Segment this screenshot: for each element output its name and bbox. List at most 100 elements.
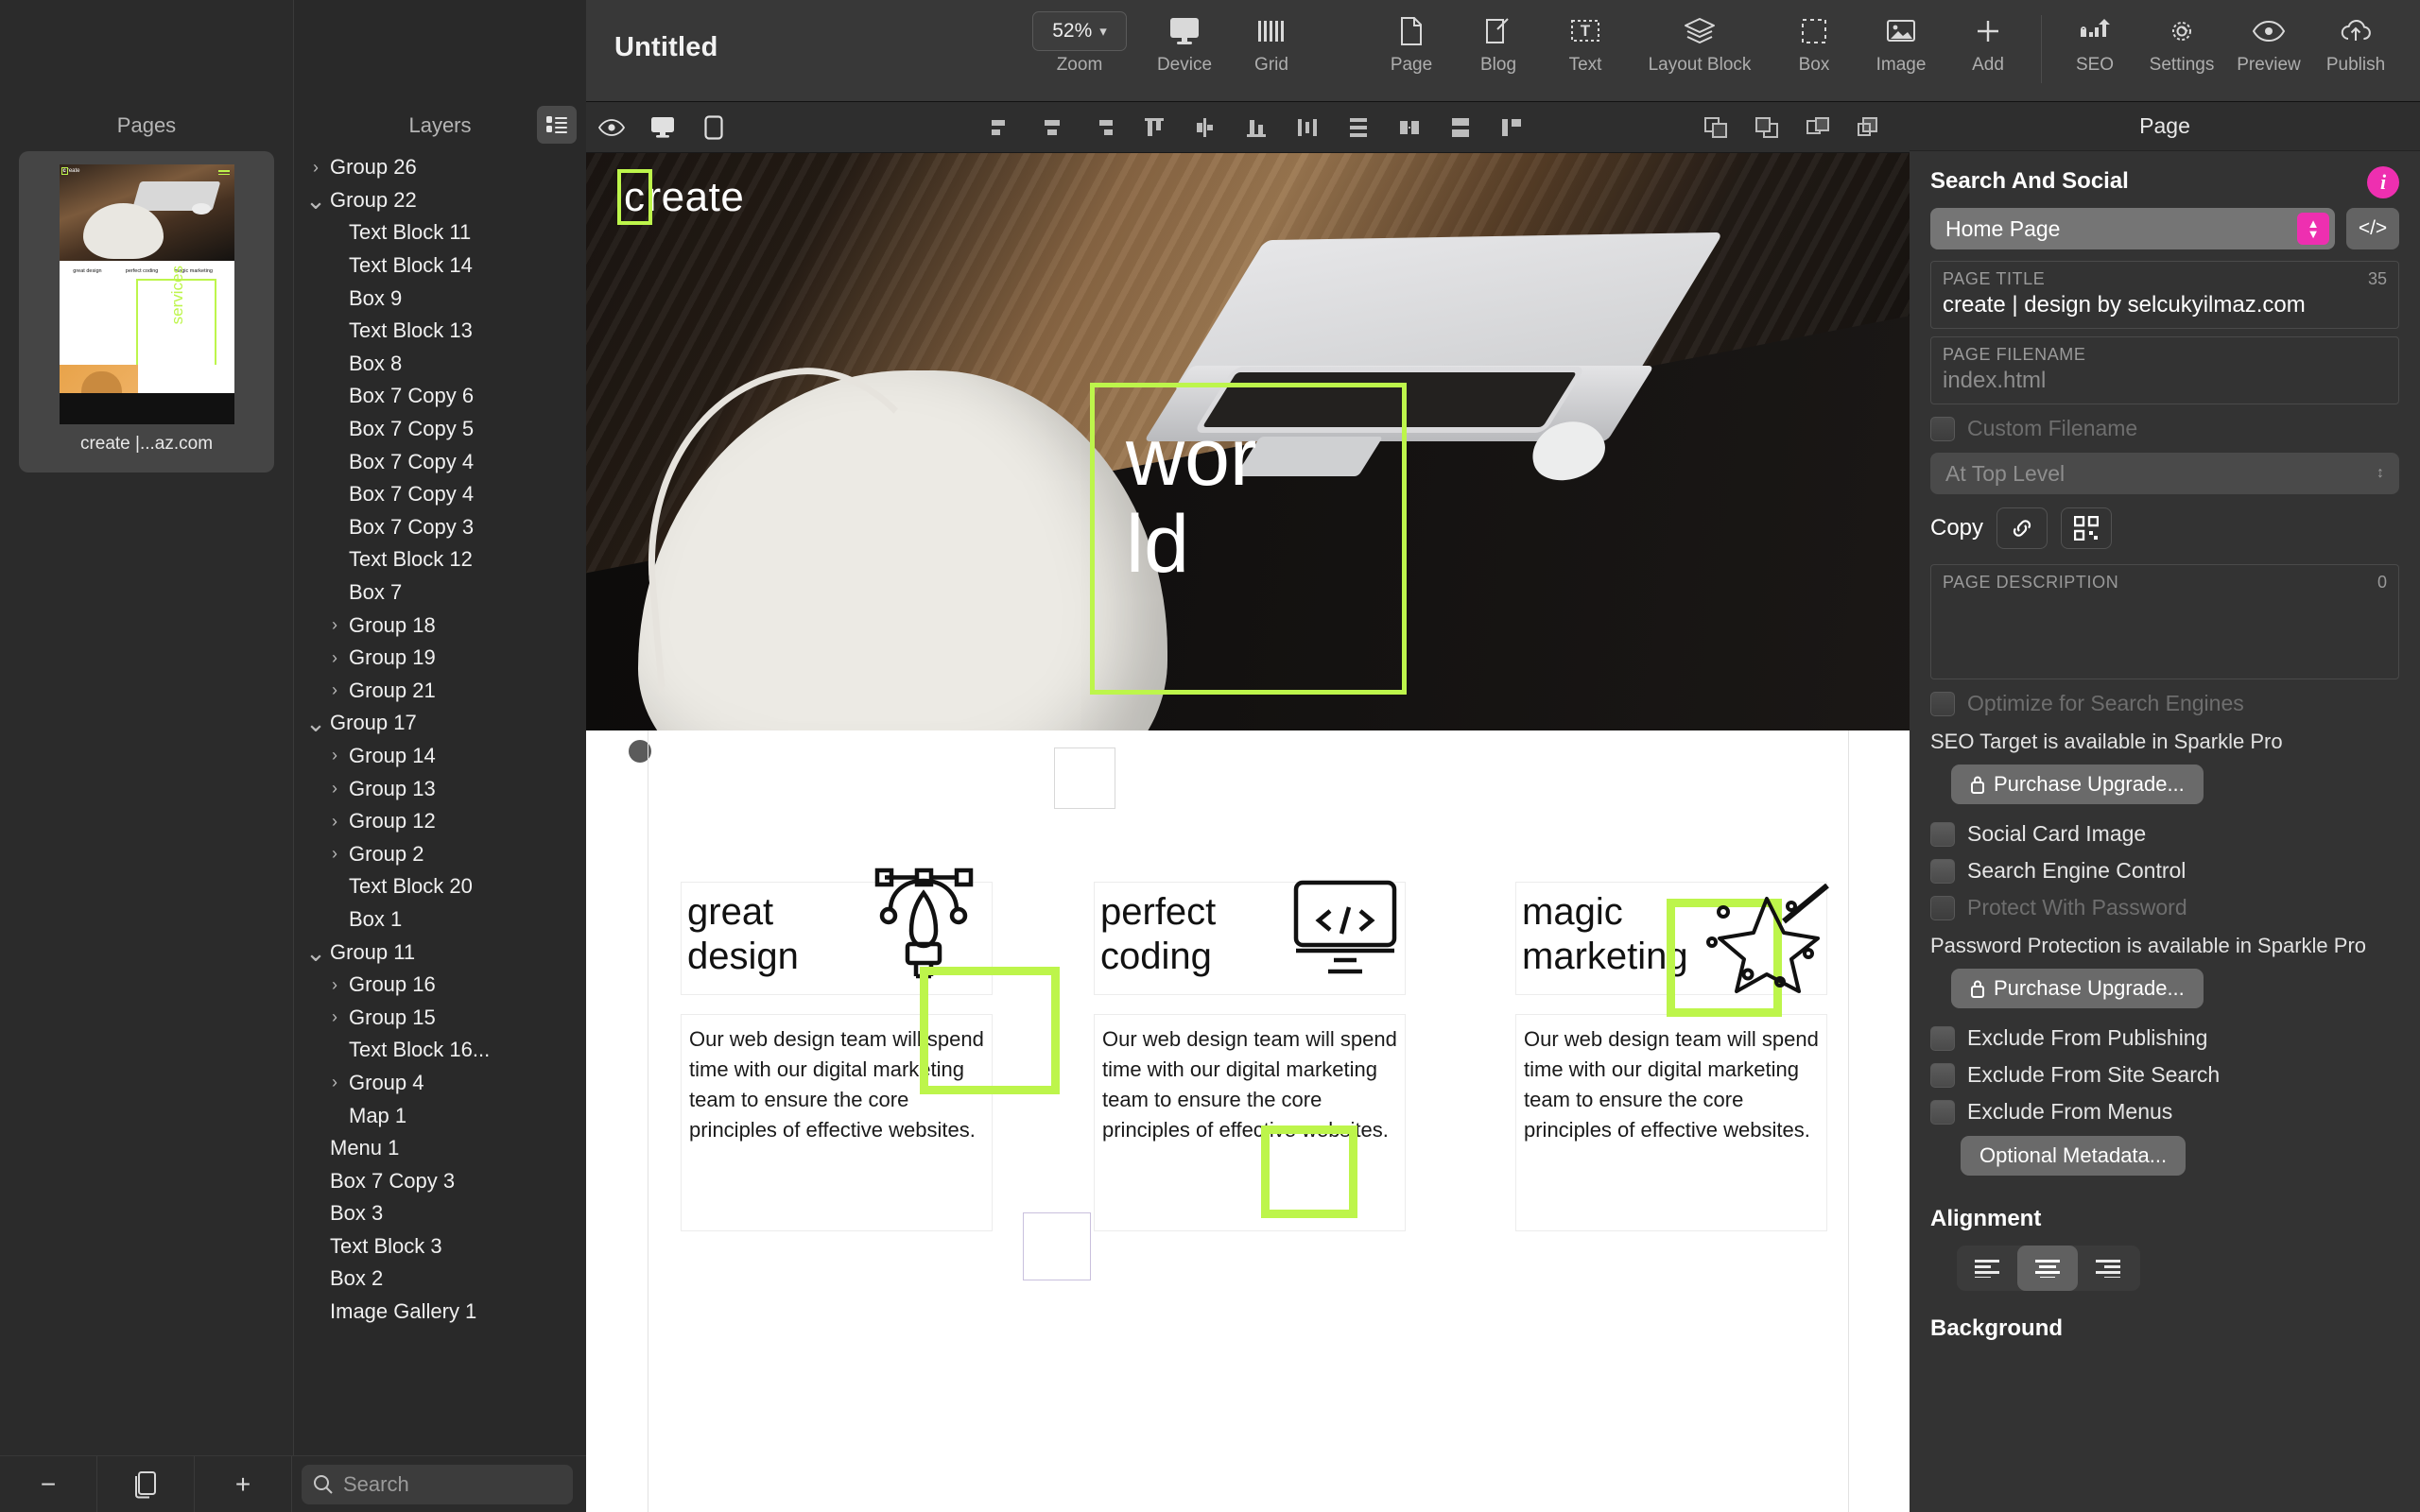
hero-create-text[interactable]: create [617,169,744,225]
layer-row[interactable]: ›Text Block 20 [294,870,586,903]
optimize-search-engines-checkbox[interactable] [1930,691,1955,716]
chevron-right-icon[interactable]: › [324,746,345,765]
layer-row[interactable]: ›Box 3 [294,1197,586,1230]
bring-forward-icon[interactable] [1690,102,1741,153]
layer-row[interactable]: ›Text Block 3 [294,1230,586,1263]
layer-row[interactable]: › Group 15 [294,1001,586,1034]
info-icon[interactable]: i [2367,166,2399,198]
chevron-down-icon[interactable]: ⌄ [305,940,326,965]
toolbar-device[interactable]: Device [1141,0,1228,76]
send-to-back-icon[interactable] [1843,102,1894,153]
toolbar-grid[interactable]: Grid [1228,0,1315,76]
chevron-right-icon[interactable]: › [305,158,326,178]
layer-row[interactable]: › Group 16 [294,969,586,1002]
align-middle-v-icon[interactable] [1180,102,1231,153]
layer-row[interactable]: ›Box 7 Copy 6 [294,380,586,413]
purchase-upgrade-password-button[interactable]: Purchase Upgrade... [1951,969,2204,1008]
optimize-search-engines-row[interactable]: Optimize for Search Engines [1930,691,2399,716]
design-stage[interactable]: create wor ld great design Our web desig… [586,153,1910,1512]
empty-box-placeholder[interactable] [1054,747,1115,809]
layer-row[interactable]: › Group 4 [294,1067,586,1100]
space-evenly-h-icon[interactable] [1384,102,1435,153]
purchase-upgrade-seo-button[interactable]: Purchase Upgrade... [1951,765,2204,804]
copy-qr-button[interactable] [2061,507,2113,549]
align-left-icon[interactable] [976,102,1027,153]
custom-filename-checkbox-row[interactable]: Custom Filename [1930,416,2399,441]
layers-tree[interactable]: ›Group 26⌄Group 22›Text Block 11›Text Bl… [294,151,586,1446]
layer-row[interactable]: ›Box 7 Copy 3 [294,1164,586,1197]
exclude-site-search-row[interactable]: Exclude From Site Search [1930,1062,2399,1088]
level-select[interactable]: At Top Level ↕ [1930,453,2399,494]
layer-row[interactable]: ›Box 7 Copy 4 [294,445,586,478]
align-top-icon[interactable] [1129,102,1180,153]
selection-highlight-rect[interactable] [1261,1125,1357,1218]
layer-row[interactable]: ›Map 1 [294,1099,586,1132]
exclude-publishing-checkbox[interactable] [1930,1025,1955,1051]
service-card[interactable]: perfect coding Our web design team will s… [1094,880,1406,1231]
layer-row[interactable]: › Group 18 [294,609,586,642]
stepper-up-down-icon[interactable]: ▲ ▼ [2297,213,2329,245]
services-section[interactable]: great design Our web design team will spe… [586,730,1910,1512]
layer-row[interactable]: › Group 26 [294,151,586,184]
distribute-v-icon[interactable] [1333,102,1384,153]
page-description-field[interactable]: PAGE DESCRIPTION 0 [1930,564,2399,679]
layers-list-mode-button[interactable] [537,106,577,144]
layer-row[interactable]: ›Box 7 Copy 3 [294,511,586,544]
layer-row[interactable]: › Group 13 [294,772,586,805]
selection-highlight-rect[interactable] [920,967,1060,1094]
exclude-menus-row[interactable]: Exclude From Menus [1930,1099,2399,1125]
layer-row[interactable]: ›Text Block 12 [294,543,586,576]
service-card-body-box[interactable]: Our web design team will spend time with… [1094,1014,1406,1231]
toolbar-text[interactable]: T Text [1542,0,1629,76]
layer-row[interactable]: › Group 2 [294,837,586,870]
toolbar-add[interactable]: Add [1945,0,2031,76]
layer-row[interactable]: ›Menu 1 [294,1132,586,1165]
layer-row[interactable]: ›Box 8 [294,348,586,381]
layer-row[interactable]: › Group 14 [294,740,586,773]
layer-row[interactable]: › Group 12 [294,805,586,838]
remove-page-button[interactable]: − [0,1455,97,1512]
hero-section[interactable]: create wor ld [586,153,1910,730]
layer-row[interactable]: ⌄ Group 11 [294,936,586,969]
code-view-button[interactable]: </> [2346,208,2399,249]
toolbar-settings[interactable]: Settings [2138,0,2225,76]
align-left-button[interactable] [1957,1246,2017,1291]
exclude-menus-checkbox[interactable] [1930,1099,1955,1125]
chevron-right-icon[interactable]: › [324,844,345,864]
page-title-field[interactable]: PAGE TITLE 35 create | design by selcuky… [1930,261,2399,329]
mobile-view-icon[interactable] [688,102,739,153]
layer-row[interactable]: ›Text Block 16... [294,1034,586,1067]
protect-password-checkbox[interactable] [1930,895,1955,920]
toolbar-zoom[interactable]: 52% ▾ Zoom [1018,0,1141,76]
social-card-image-checkbox[interactable] [1930,821,1955,847]
chevron-right-icon[interactable]: › [324,1073,345,1092]
add-page-button[interactable]: + [195,1455,292,1512]
zoom-select[interactable]: 52% ▾ [1032,11,1127,51]
layer-row[interactable]: ›Text Block 11 [294,216,586,249]
layer-row[interactable]: ›Box 7 [294,576,586,610]
page-filename-field[interactable]: PAGE FILENAME index.html [1930,336,2399,404]
layer-row[interactable]: ›Text Block 13 [294,315,586,348]
chevron-right-icon[interactable]: › [324,812,345,832]
layer-row[interactable]: ›Box 2 [294,1263,586,1296]
toolbar-image[interactable]: Image [1858,0,1945,76]
social-card-image-row[interactable]: Social Card Image [1930,821,2399,847]
layer-row[interactable]: ›Text Block 14 [294,249,586,283]
layer-row[interactable]: ›Box 1 [294,903,586,936]
service-card[interactable]: magic marketing Our web design team will … [1515,882,1829,1231]
exclude-publishing-row[interactable]: Exclude From Publishing [1930,1025,2399,1051]
selected-world-text-block[interactable]: wor ld [1090,383,1407,695]
search-engine-control-checkbox[interactable] [1930,858,1955,884]
send-backward-icon[interactable] [1741,102,1792,153]
layer-row[interactable]: ›Box 7 Copy 4 [294,478,586,511]
align-bottom-icon[interactable] [1231,102,1282,153]
exclude-site-search-checkbox[interactable] [1930,1062,1955,1088]
chevron-down-icon[interactable]: ⌄ [305,711,326,735]
chevron-right-icon[interactable]: › [324,615,345,635]
layer-row[interactable]: ⌄ Group 22 [294,184,586,217]
visibility-eye-icon[interactable] [586,102,637,153]
protect-password-row[interactable]: Protect With Password [1930,895,2399,920]
layer-row[interactable]: › Group 19 [294,642,586,675]
layer-row[interactable]: ›Box 9 [294,282,586,315]
chevron-right-icon[interactable]: › [324,975,345,995]
